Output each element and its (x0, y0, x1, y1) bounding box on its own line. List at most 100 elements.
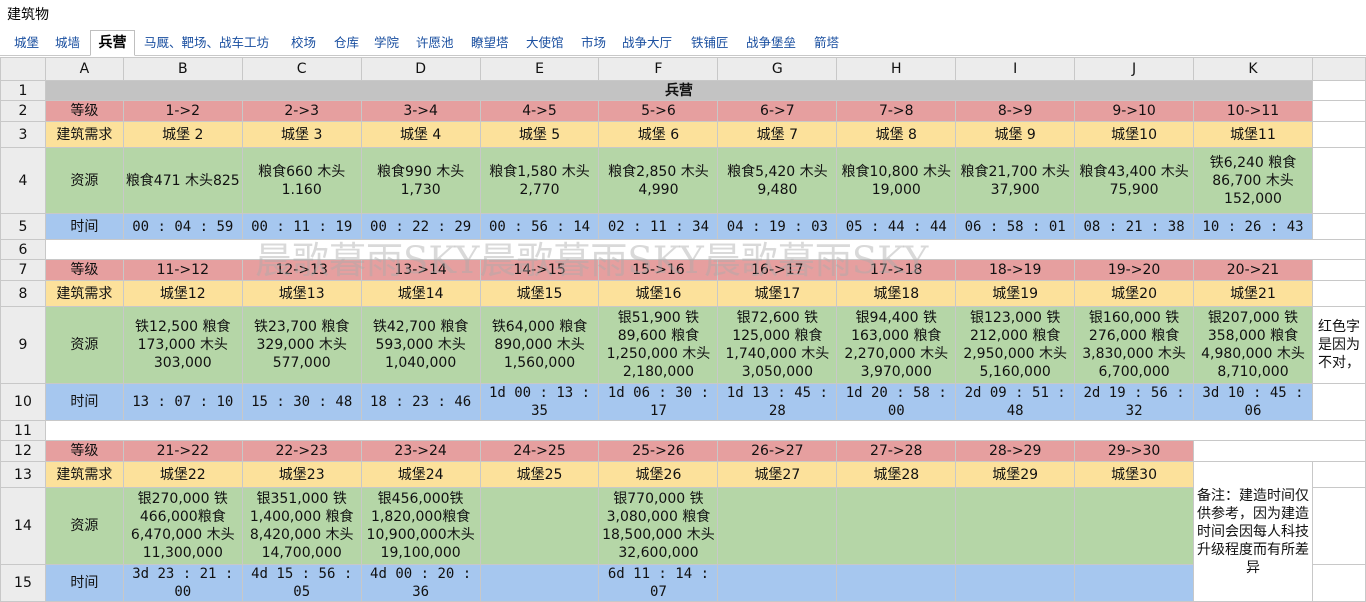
requirement-cell[interactable]: 城堡25 (479, 461, 600, 488)
cell[interactable] (1311, 259, 1366, 281)
level-cell[interactable]: 23->24 (360, 440, 481, 462)
cell[interactable] (1311, 100, 1366, 122)
column-header[interactable]: I (955, 57, 1076, 81)
requirement-cell[interactable]: 城堡10 (1074, 121, 1195, 148)
time-cell[interactable]: 06 : 58 : 01 (955, 213, 1076, 240)
time-cell[interactable]: 00 : 04 : 59 (122, 213, 243, 240)
resources-cell[interactable]: 粮食10,800 木头19,000 (836, 147, 957, 214)
resources-cell[interactable]: 粮食471 木头825 (122, 147, 243, 214)
resources-cell[interactable]: 粮食2,850 木头4,990 (598, 147, 719, 214)
resources-label-cell[interactable]: 资源 (44, 147, 124, 214)
row-header[interactable]: 5 (0, 213, 46, 240)
level-cell[interactable]: 29->30 (1074, 440, 1195, 462)
requirement-cell[interactable]: 城堡11 (1193, 121, 1313, 148)
row-header[interactable]: 10 (0, 383, 46, 421)
cell[interactable] (1311, 80, 1366, 101)
resources-cell[interactable]: 银123,000 铁212,000 粮食2,950,000 木头5,160,00… (955, 306, 1076, 384)
resources-cell[interactable]: 粮食21,700 木头37,900 (955, 147, 1076, 214)
requirement-cell[interactable]: 城堡 8 (836, 121, 957, 148)
resources-cell[interactable]: 银160,000 铁276,000 粮食3,830,000 木头6,700,00… (1074, 306, 1195, 384)
level-cell[interactable]: 26->27 (717, 440, 838, 462)
tab-castle[interactable]: 城堡 (14, 30, 39, 55)
resources-cell[interactable]: 铁64,000 粮食890,000 木头1,560,000 (479, 306, 600, 384)
time-cell[interactable]: 04 : 19 : 03 (717, 213, 838, 240)
time-label-cell[interactable]: 时间 (44, 564, 124, 602)
requirement-cell[interactable]: 城堡22 (122, 461, 243, 488)
requirement-cell[interactable]: 城堡29 (955, 461, 1076, 488)
level-cell[interactable]: 4->5 (479, 100, 600, 122)
resources-cell[interactable]: 铁12,500 粮食173,000 木头303,000 (122, 306, 243, 384)
level-cell[interactable]: 16->17 (717, 259, 838, 281)
level-cell[interactable]: 25->26 (598, 440, 719, 462)
resources-cell-flagged[interactable]: 银770,000 铁3,080,000 粮食18,500,000 木头32,60… (598, 487, 719, 565)
row-header[interactable]: 7 (0, 259, 46, 281)
level-cell[interactable]: 7->8 (836, 100, 957, 122)
tab-market[interactable]: 市场 (581, 30, 606, 55)
column-header[interactable]: H (836, 57, 957, 81)
resources-cell[interactable]: 银51,900 铁89,600 粮食1,250,000 木头2,180,000 (598, 306, 719, 384)
requirement-cell[interactable]: 城堡14 (360, 280, 481, 307)
row-header[interactable]: 2 (0, 100, 46, 122)
tab-war-hall[interactable]: 战争大厅 (622, 30, 672, 55)
row-header[interactable]: 6 (0, 239, 46, 260)
column-header-blank[interactable] (1311, 57, 1366, 81)
time-cell[interactable]: 4d 00 : 20 : 36 (360, 564, 481, 602)
resources-cell[interactable]: 银207,000 铁358,000 粮食4,980,000 木头8,710,00… (1193, 306, 1313, 384)
resources-cell[interactable]: 银72,600 铁125,000 粮食1,740,000 木头3,050,000 (717, 306, 838, 384)
tab-war-fortress[interactable]: 战争堡垒 (746, 30, 796, 55)
resources-cell[interactable] (717, 487, 838, 565)
requirement-cell[interactable]: 城堡 5 (479, 121, 600, 148)
resources-cell[interactable]: 粮食5,420 木头9,480 (717, 147, 838, 214)
time-cell[interactable]: 1d 20 : 58 : 00 (836, 383, 957, 421)
tab-arrow-tower[interactable]: 箭塔 (814, 30, 839, 55)
requirement-cell[interactable]: 城堡17 (717, 280, 838, 307)
level-cell[interactable]: 9->10 (1074, 100, 1195, 122)
time-label-cell[interactable]: 时间 (44, 213, 124, 240)
resources-cell-flagged[interactable]: 银456,000铁1,820,000粮食10,900,000木头19,100,0… (360, 487, 481, 565)
time-cell[interactable]: 3d 10 : 45 : 06 (1193, 383, 1313, 421)
column-header[interactable]: D (360, 57, 481, 81)
row-header[interactable]: 3 (0, 121, 46, 148)
cell[interactable] (1311, 461, 1366, 488)
requirement-cell[interactable]: 城堡21 (1193, 280, 1313, 307)
requirement-cell[interactable]: 城堡12 (122, 280, 243, 307)
time-cell[interactable] (955, 564, 1076, 602)
column-header[interactable]: G (717, 57, 838, 81)
cell[interactable] (1311, 383, 1366, 421)
requirement-cell[interactable]: 城堡28 (836, 461, 957, 488)
time-cell[interactable] (479, 564, 600, 602)
empty-row[interactable] (44, 239, 1366, 260)
column-header[interactable]: C (241, 57, 362, 81)
level-cell[interactable]: 20->21 (1193, 259, 1313, 281)
level-cell[interactable]: 18->19 (955, 259, 1076, 281)
cell[interactable] (1193, 440, 1366, 462)
time-cell[interactable]: 1d 13 : 45 : 28 (717, 383, 838, 421)
time-label-cell[interactable]: 时间 (44, 383, 124, 421)
level-cell[interactable]: 2->3 (241, 100, 362, 122)
level-cell[interactable]: 13->14 (360, 259, 481, 281)
cell[interactable] (1311, 564, 1366, 602)
requirement-cell[interactable]: 城堡19 (955, 280, 1076, 307)
requirement-label-cell[interactable]: 建筑需求 (44, 121, 124, 148)
cell[interactable] (1311, 147, 1366, 214)
requirement-cell[interactable]: 城堡 9 (955, 121, 1076, 148)
requirement-cell[interactable]: 城堡20 (1074, 280, 1195, 307)
resources-cell[interactable] (955, 487, 1076, 565)
grid-corner[interactable] (0, 57, 46, 81)
tab-academy[interactable]: 学院 (374, 30, 399, 55)
level-cell[interactable]: 27->28 (836, 440, 957, 462)
level-label-cell[interactable]: 等级 (44, 440, 124, 462)
resources-cell[interactable]: 银94,400 铁163,000 粮食2,270,000 木头3,970,000 (836, 306, 957, 384)
row-header[interactable]: 15 (0, 564, 46, 602)
row-header[interactable]: 12 (0, 440, 46, 462)
resources-cell[interactable]: 粮食990 木头1,730 (360, 147, 481, 214)
time-cell[interactable]: 00 : 56 : 14 (479, 213, 600, 240)
level-label-cell[interactable]: 等级 (44, 100, 124, 122)
level-cell[interactable]: 14->15 (479, 259, 600, 281)
column-header[interactable]: J (1074, 57, 1195, 81)
level-cell[interactable]: 19->20 (1074, 259, 1195, 281)
row-header[interactable]: 9 (0, 306, 46, 384)
cell[interactable] (1311, 213, 1366, 240)
resources-cell[interactable]: 粮食43,400 木头75,900 (1074, 147, 1195, 214)
resources-cell[interactable]: 粮食660 木头1.160 (241, 147, 362, 214)
